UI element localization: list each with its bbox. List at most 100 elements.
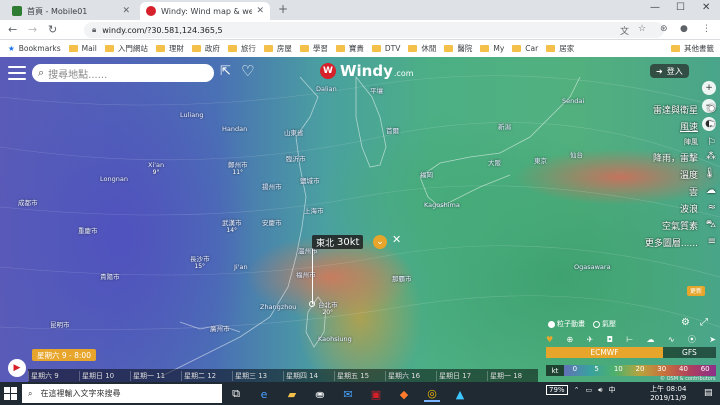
close-tab-icon[interactable]: ✕ xyxy=(256,6,264,16)
minimize-icon[interactable]: — xyxy=(650,2,660,13)
bookmark-folder[interactable]: 醫院 xyxy=(444,43,472,54)
login-button[interactable]: ➜ 登入 xyxy=(650,64,689,78)
bookmark-folder[interactable]: DTV xyxy=(371,44,400,53)
bookmark-folder[interactable]: 寶貴 xyxy=(335,43,364,54)
airport-icon[interactable]: ✈ xyxy=(587,335,594,344)
layer-more[interactable]: 更多圖層...... xyxy=(645,236,698,249)
task-view-icon[interactable]: ⧉ xyxy=(228,386,244,402)
timeline-day[interactable]: 星期六 9 xyxy=(28,370,79,381)
satellite-icon[interactable]: ◉ xyxy=(707,103,716,114)
wind-flag-icon[interactable]: ⚑ xyxy=(707,120,716,131)
timeline-day[interactable]: 星期二 12 xyxy=(181,370,232,381)
taskbar-search-input[interactable]: ⌕ 在這裡輸入文字來搜尋 xyxy=(22,384,222,403)
city-label[interactable]: Longnan xyxy=(100,175,128,183)
translate-icon[interactable]: 文 xyxy=(620,24,629,37)
nav-icon[interactable]: ➤ xyxy=(709,335,716,344)
cloud-icon[interactable]: ☁ xyxy=(647,335,655,344)
forward-icon[interactable]: → xyxy=(28,23,37,36)
play-button[interactable]: ▶ xyxy=(8,359,26,377)
notification-icon[interactable]: ▤ xyxy=(704,388,713,398)
maximize-icon[interactable]: ☐ xyxy=(676,2,685,13)
city-label[interactable]: 安慶市 xyxy=(262,217,282,227)
network-icon[interactable]: ▭ xyxy=(585,386,592,394)
car-icon[interactable]: ⛍ xyxy=(706,219,716,232)
city-label[interactable]: 成都市 xyxy=(18,197,38,207)
mail-icon[interactable]: ✉ xyxy=(340,386,356,402)
volume-icon[interactable]: 🔊︎ xyxy=(598,386,602,395)
settings-icon[interactable]: ⚙ xyxy=(681,317,690,328)
timeline-day[interactable]: 星期一 11 xyxy=(130,370,181,381)
tray-up-icon[interactable]: ⌃ xyxy=(574,386,580,394)
share-icon[interactable]: ⇱ xyxy=(220,64,231,79)
timeline-day[interactable]: 星期一 18 xyxy=(487,370,538,381)
picker-tooltip[interactable]: 東北 30kt xyxy=(312,235,364,249)
layer-radar-satellite[interactable]: 雷達與衛星 xyxy=(653,103,698,116)
timeline[interactable]: 星期六 9 星期日 10 星期一 11 星期二 12 星期三 13 星期四 14… xyxy=(28,369,538,382)
new-tab-button[interactable]: + xyxy=(278,2,288,16)
city-label[interactable]: 廣州市 xyxy=(210,323,230,333)
profile-icon[interactable]: ● xyxy=(680,24,688,34)
wave-icon[interactable]: ∿ xyxy=(668,335,675,344)
city-label[interactable]: Ogasawara xyxy=(574,263,611,271)
city-label[interactable]: 武漢市 14° xyxy=(222,217,242,234)
search-input[interactable]: ⌕ 搜尋地點...... xyxy=(32,64,214,82)
time-badge[interactable]: 星期六 9 - 8:00 xyxy=(32,349,96,361)
city-label[interactable]: Ji'an xyxy=(234,263,248,271)
city-label[interactable]: 首爾 xyxy=(386,125,399,135)
city-label[interactable]: Kaohsiung xyxy=(318,335,352,343)
bookmark-folder[interactable]: 房屋 xyxy=(263,43,292,54)
layer-rain-thunder[interactable]: 降雨，雷擊 xyxy=(653,151,698,164)
back-icon[interactable]: ← xyxy=(8,23,17,36)
cloud-icon[interactable]: ☁ xyxy=(706,185,716,196)
city-label[interactable]: 仙台 xyxy=(570,149,583,159)
hamburger-menu-icon[interactable] xyxy=(8,66,26,80)
extension-icon[interactable]: ⊛ xyxy=(660,24,668,34)
layer-temperature[interactable]: 溫度 xyxy=(680,168,698,181)
bookmark-star-icon[interactable]: ☆ xyxy=(638,24,646,34)
model-gfs[interactable]: GFS xyxy=(662,347,716,358)
legend-unit[interactable]: kt xyxy=(546,365,564,376)
particles-toggle[interactable] xyxy=(548,320,555,328)
heart-icon[interactable]: ♡ xyxy=(241,62,254,80)
photos-icon[interactable]: ▲ xyxy=(452,386,468,402)
address-bar[interactable]: 🔒︎ windy.com/?30.581,124.365,5 xyxy=(84,22,664,38)
gust-flag-icon[interactable]: ⚐ xyxy=(707,137,716,148)
thermometer-icon[interactable]: 🌡︎ xyxy=(703,168,716,179)
fullscreen-icon[interactable]: ⤢ xyxy=(700,317,708,328)
city-label[interactable]: Handan xyxy=(222,125,247,133)
raindrop-icon[interactable]: ⁂ xyxy=(706,151,716,162)
battery-indicator[interactable]: 79% xyxy=(546,385,568,395)
windy-logo[interactable]: W Windy .com xyxy=(320,62,414,80)
file-explorer-icon[interactable]: ▰ xyxy=(284,386,300,402)
city-label[interactable]: 重慶市 xyxy=(78,225,98,235)
bookmark-folder[interactable]: 休閒 xyxy=(408,43,436,54)
layer-air-quality[interactable]: 空氣質素 xyxy=(662,219,698,232)
reload-icon[interactable]: ↻ xyxy=(48,23,57,36)
city-label[interactable]: 山東省 xyxy=(284,127,304,137)
compass-icon[interactable]: ⊕ xyxy=(567,335,574,344)
layer-clouds[interactable]: 雲 xyxy=(689,185,698,198)
tab-windy[interactable]: Windy: Wind map & weather fo ✕ xyxy=(140,2,270,20)
menu-icon[interactable]: ≡ xyxy=(708,236,716,247)
city-label[interactable]: Sendai xyxy=(562,97,584,105)
city-label[interactable]: 新潟 xyxy=(498,121,511,131)
city-label[interactable]: Zhangzhou xyxy=(260,303,296,311)
chevron-down-icon[interactable]: ⌄ xyxy=(373,235,387,249)
city-label[interactable]: 揚州市 xyxy=(262,181,282,191)
city-label[interactable]: 上海市 xyxy=(304,205,324,215)
city-label[interactable]: 貴陽市 xyxy=(100,271,120,281)
tab-mobile01[interactable]: 首頁 - Mobile01 ✕ xyxy=(6,2,136,20)
bookmark-folder[interactable]: 理財 xyxy=(155,43,184,54)
media-icon[interactable]: ▣ xyxy=(368,386,384,402)
timeline-day[interactable]: 星期日 10 xyxy=(79,370,130,381)
city-label[interactable]: 那覇市 xyxy=(392,273,412,283)
city-label[interactable]: 長沙市 15° xyxy=(190,253,210,270)
taskbar-clock[interactable]: 上午 08:04 2019/11/9 xyxy=(650,385,686,403)
timeline-day[interactable]: 星期三 13 xyxy=(232,370,283,381)
store-icon[interactable]: ⛂ xyxy=(312,386,328,402)
city-label[interactable]: Xi'an 9° xyxy=(148,161,164,176)
city-label[interactable]: 昆明市 xyxy=(50,319,70,329)
city-label[interactable]: 福岡 xyxy=(420,169,433,179)
edge-icon[interactable]: e xyxy=(256,386,272,402)
favorite-icon[interactable]: ♥ xyxy=(546,335,553,344)
